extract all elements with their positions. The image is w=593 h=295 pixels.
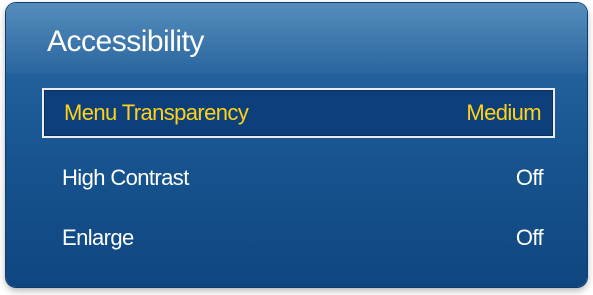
menu-item-label: High Contrast — [62, 165, 189, 190]
menu-item-value: Off — [515, 165, 544, 190]
menu-item-enlarge[interactable]: Enlarge Off — [42, 213, 555, 263]
menu-item-label: Menu Transparency — [64, 100, 249, 125]
menu-item-high-contrast[interactable]: High Contrast Off — [42, 153, 555, 203]
accessibility-menu-panel: Accessibility Menu Transparency Medium H… — [6, 3, 587, 287]
menu-item-menu-transparency[interactable]: Menu Transparency Medium — [42, 88, 555, 138]
menu-item-value: Medium — [466, 100, 541, 125]
menu-item-value: Off — [515, 225, 544, 250]
menu-item-label: Enlarge — [62, 225, 134, 250]
panel-title: Accessibility — [47, 25, 204, 58]
